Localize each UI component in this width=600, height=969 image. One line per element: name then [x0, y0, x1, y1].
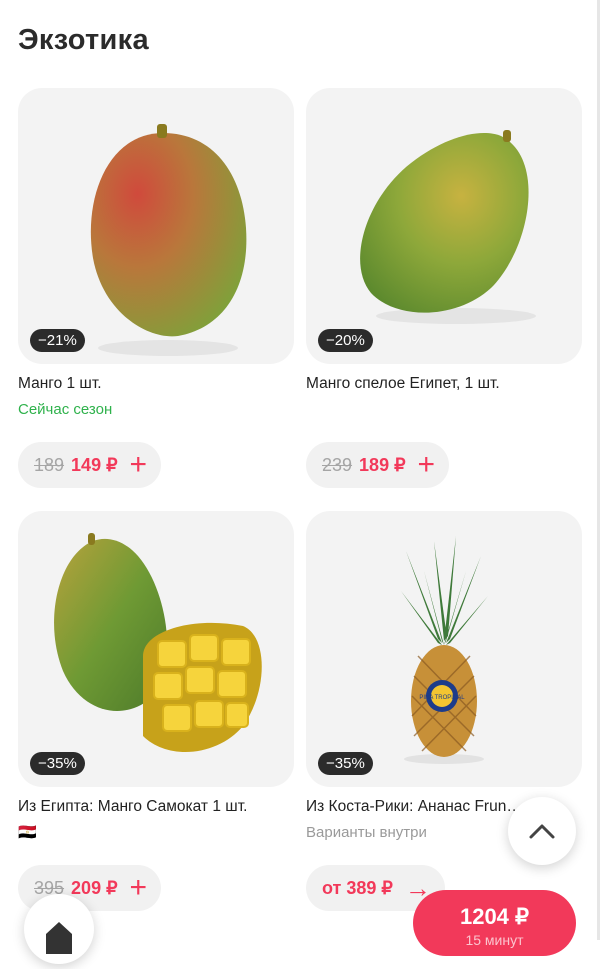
cart-button[interactable]: 1204 ₽ 15 минут: [413, 890, 576, 956]
mango-red-illustration: [90, 124, 247, 356]
season-label: Сейчас сезон: [18, 401, 113, 418]
product-card-mango-samokat[interactable]: −35% Из Египта: Манго Самокат 1 шт. 🇪🇬 3…: [18, 511, 294, 913]
product-name[interactable]: Из Египта: Манго Самокат 1 шт.: [18, 797, 294, 817]
current-price: от 389 ₽: [322, 877, 393, 898]
discount-badge: −21%: [30, 329, 85, 352]
product-card-mango[interactable]: −21% Манго 1 шт. Сейчас сезон 189 149 ₽ …: [18, 88, 294, 490]
discount-badge: −20%: [318, 329, 373, 352]
add-to-cart-button[interactable]: 189 149 ₽ +: [18, 442, 162, 488]
old-price: 239: [322, 454, 353, 475]
home-icon: [46, 922, 72, 954]
mango-cut-illustration: [54, 533, 262, 753]
egypt-flag-icon: 🇪🇬: [18, 824, 37, 841]
plus-icon: +: [129, 871, 148, 904]
product-image-pineapple[interactable]: PIÑA TROPICAL −35%: [306, 511, 582, 787]
product-name[interactable]: Манго спелое Египет, 1 шт.: [306, 374, 582, 394]
home-button[interactable]: [24, 894, 94, 964]
plus-icon: +: [129, 448, 148, 481]
delivery-eta: 15 минут: [465, 932, 524, 948]
pineapple-sticker-label: PIÑA TROPICAL: [419, 694, 465, 701]
product-image-mango-samokat[interactable]: −35%: [18, 511, 294, 787]
scroll-to-top-button[interactable]: [508, 797, 576, 865]
section-title: Экзотика: [18, 24, 149, 56]
discount-badge: −35%: [318, 752, 373, 775]
plus-icon: +: [417, 448, 436, 481]
add-to-cart-button[interactable]: 239 189 ₽ +: [306, 442, 450, 488]
old-price: 189: [34, 454, 65, 475]
product-subtitle: [306, 400, 582, 420]
current-price: 189 ₽: [359, 454, 406, 475]
discount-badge: −35%: [30, 752, 85, 775]
product-name[interactable]: Манго 1 шт.: [18, 374, 294, 394]
mango-green-illustration: [360, 130, 536, 324]
product-image-mango-egypt[interactable]: −20%: [306, 88, 582, 364]
pineapple-illustration: PIÑA TROPICAL: [401, 536, 488, 764]
product-image-mango[interactable]: −21%: [18, 88, 294, 364]
cart-total: 1204 ₽: [459, 904, 530, 929]
current-price: 149 ₽: [71, 454, 118, 475]
chevron-up-icon: [529, 824, 555, 839]
product-card-mango-egypt[interactable]: −20% Манго спелое Египет, 1 шт. 239 189 …: [306, 88, 582, 490]
